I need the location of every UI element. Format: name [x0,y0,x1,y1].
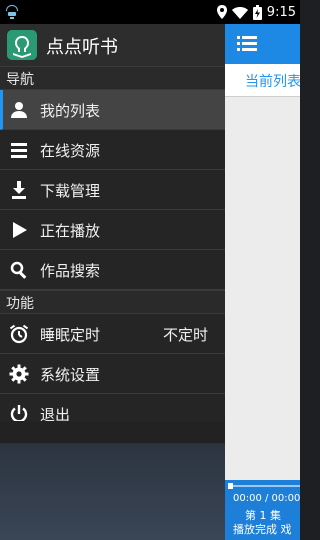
list-content-area [225,97,300,480]
gear-icon [9,364,29,384]
section-header-navigation: 导航 [0,66,225,90]
background-app-panel: 当前列表 00:00 / 00:00 第 1 集 播放完成 戏 [225,24,300,540]
drawer-item-settings[interactable]: 系统设置 [0,354,225,394]
app-header [225,24,300,64]
progress-bar[interactable] [228,483,300,489]
timer-icon [9,324,29,344]
drawer-item-search[interactable]: 作品搜索 [0,250,225,290]
app-logo-icon [7,30,37,60]
drawer-item-online-resources[interactable]: 在线资源 [0,130,225,170]
drawer-item-download-manager[interactable]: 下载管理 [0,170,225,210]
list-icon [11,143,27,158]
section-title: 导航 [6,72,34,88]
drawer-item-label: 系统设置 [40,366,101,384]
progress-knob[interactable] [228,483,233,489]
notification-icon [6,5,18,19]
location-icon [216,5,227,19]
play-icon [13,222,27,238]
drawer-item-now-playing[interactable]: 正在播放 [0,210,225,250]
wifi-icon [231,6,248,19]
player-status: 播放完成 戏 [233,523,292,536]
drawer-item-my-list[interactable]: 我的列表 [0,90,225,130]
drawer-item-label: 我的列表 [40,102,101,120]
drawer-item-label: 下载管理 [40,182,101,200]
search-icon [10,261,27,279]
sleep-timer-value: 不定时 [162,326,208,344]
drawer-item-label: 在线资源 [40,142,101,160]
battery-icon [252,4,262,20]
player-bar: 00:00 / 00:00 第 1 集 播放完成 戏 [225,480,300,540]
drawer-item-label: 正在播放 [40,222,101,240]
tab-current-list[interactable]: 当前列表 [225,64,300,97]
drawer-footer-background [0,444,225,540]
download-icon [12,181,26,199]
app-title: 点点听书 [46,37,118,58]
tab-current-list-label: 当前列表 [245,74,300,90]
menu-icon[interactable] [237,36,257,52]
drawer-footer-bar [0,421,225,444]
section-header-functions: 功能 [0,290,225,314]
status-time: 9:15 [266,4,296,20]
drawer-header: 点点听书 [0,24,225,66]
section-title: 功能 [6,296,34,312]
person-icon [11,102,27,118]
drawer-item-label: 作品搜索 [40,262,101,280]
status-bar: 9:15 [0,0,300,24]
player-time: 00:00 / 00:00 [233,493,300,504]
drawer-item-label: 睡眠定时 [40,326,101,344]
navigation-drawer: 点点听书 导航 我的列表 在线资源 下载管理 正在播放 作品搜索 功能 睡眠定时… [0,24,225,540]
drawer-item-sleep-timer[interactable]: 睡眠定时 不定时 [0,314,225,354]
